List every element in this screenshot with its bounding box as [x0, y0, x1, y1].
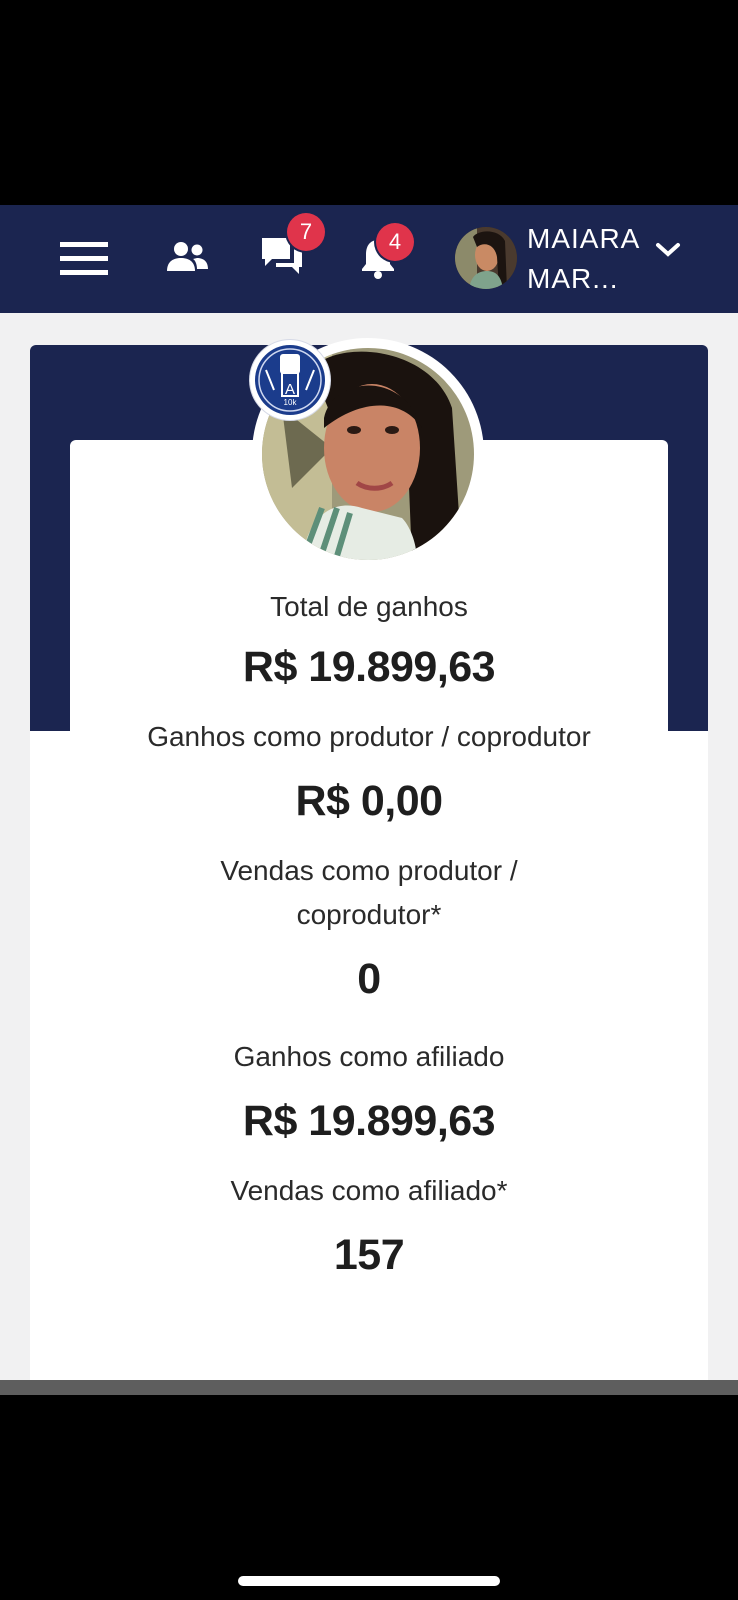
affiliate-earnings-value: R$ 19.899,63: [242, 1097, 496, 1145]
chevron-down-icon[interactable]: [655, 241, 681, 264]
producer-sales-value: 0: [357, 955, 381, 1003]
affiliate-sales-value: 157: [333, 1231, 405, 1279]
earnings-stats: Total de ganhos R$ 19.899,63 Ganhos como…: [70, 585, 668, 1281]
app-screen: 7 4 MAIARA MAR... A 10k Total de ganhos …: [0, 205, 738, 1395]
bottom-scroll-strip: [0, 1380, 738, 1395]
level-badge-level: 10k: [284, 398, 298, 407]
total-earnings-value: R$ 19.899,63: [242, 643, 496, 691]
producer-sales-label-line2: coprodutor*: [296, 899, 442, 930]
level-badge-icon: A 10k: [250, 340, 330, 420]
notifications-badge: 4: [376, 223, 414, 261]
hamburger-menu-icon[interactable]: [60, 240, 110, 283]
messages-badge: 7: [287, 213, 325, 251]
users-icon[interactable]: [166, 241, 210, 280]
producer-sales-label-line1: Vendas como produtor /: [220, 855, 518, 886]
producer-earnings-label: Ganhos como produtor / coprodutor: [147, 721, 591, 752]
home-indicator[interactable]: [238, 1576, 500, 1586]
user-name-line1: MAIARA: [527, 223, 641, 254]
producer-earnings-value: R$ 0,00: [295, 777, 443, 825]
producer-sales-label: Vendas como produtor / coprodutor*: [70, 849, 668, 937]
affiliate-sales-label: Vendas como afiliado*: [230, 1175, 508, 1206]
level-badge-letter: A: [285, 381, 295, 398]
total-earnings-label: Total de ganhos: [270, 591, 468, 622]
user-avatar[interactable]: [455, 227, 517, 289]
top-navbar: 7 4 MAIARA MAR...: [0, 205, 738, 313]
user-name[interactable]: MAIARA MAR...: [527, 219, 640, 299]
affiliate-earnings-label: Ganhos como afiliado: [233, 1041, 505, 1072]
user-name-line2: MAR...: [527, 263, 619, 294]
